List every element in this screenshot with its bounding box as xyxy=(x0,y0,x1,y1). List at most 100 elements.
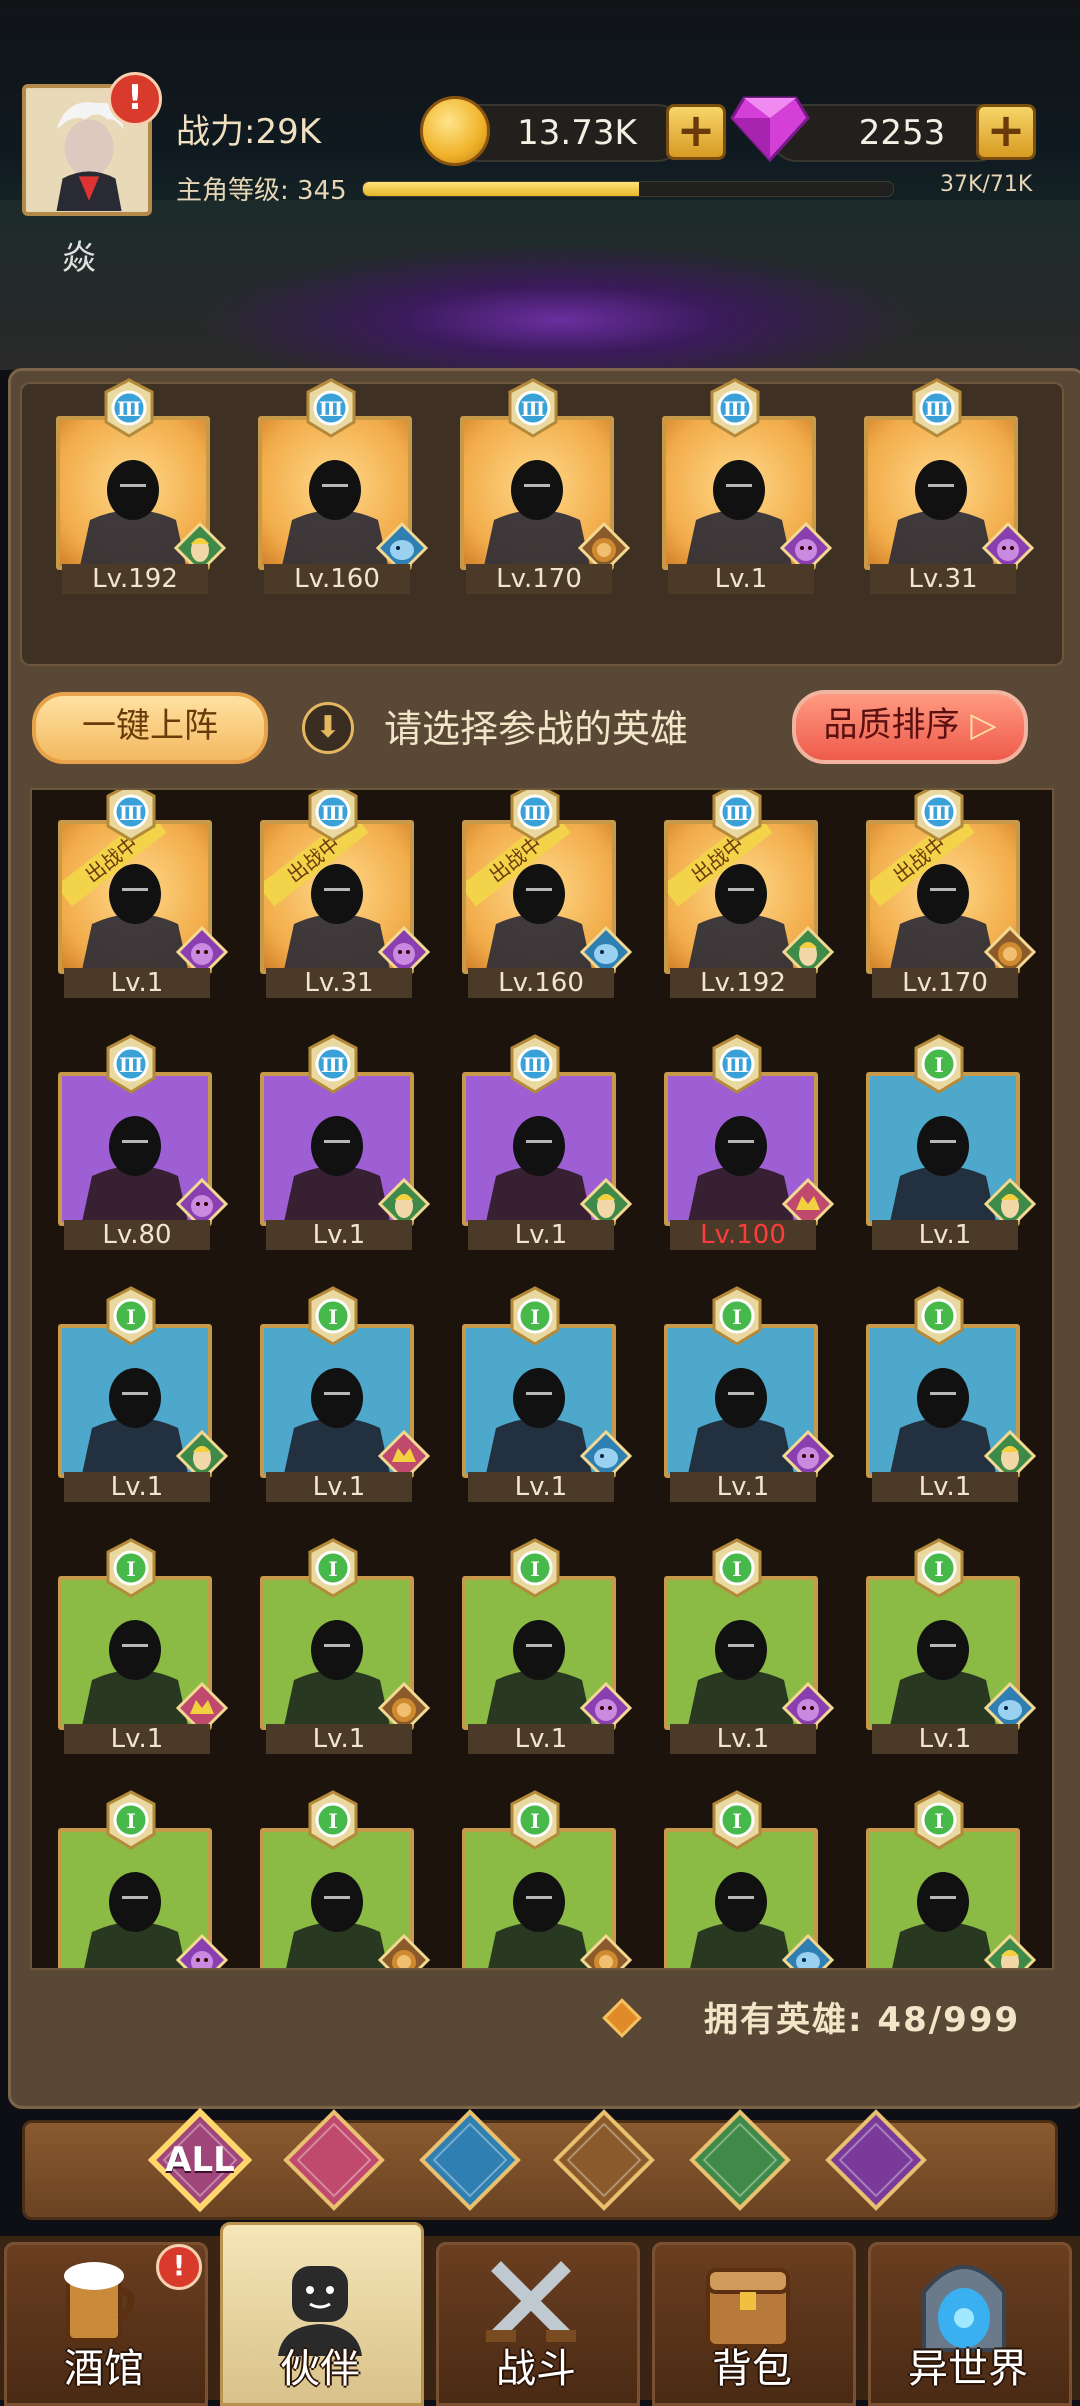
add-coins-button[interactable]: + xyxy=(666,104,726,160)
hero-card[interactable]: Ⅰ xyxy=(664,1790,835,1968)
rank-badge-icon: Ⅰ xyxy=(710,1790,764,1850)
hero-level: Lv.80 xyxy=(64,1220,210,1250)
hero-level: Lv.1 xyxy=(64,1724,210,1754)
rank-badge-icon: Ⅲ xyxy=(506,378,560,438)
svg-text:Ⅰ: Ⅰ xyxy=(732,1305,741,1329)
human-filter[interactable] xyxy=(282,2108,386,2212)
team-hero-card[interactable]: Ⅲ Lv.160 xyxy=(258,378,429,594)
add-gems-button[interactable]: + xyxy=(976,104,1036,160)
hero-card[interactable]: Ⅰ Lv.1 xyxy=(866,1286,1037,1502)
hero-card[interactable]: Ⅰ xyxy=(58,1790,229,1968)
rank-badge-icon: Ⅰ xyxy=(710,1286,764,1346)
elf-filter[interactable] xyxy=(688,2108,792,2212)
nav-tab-3[interactable]: 背包 xyxy=(648,2236,856,2406)
nav-tab-label: 酒馆 xyxy=(64,2346,144,2392)
rank-badge-icon: Ⅰ xyxy=(508,1538,562,1598)
nav-tab-2[interactable]: 战斗 xyxy=(432,2236,640,2406)
hero-card[interactable]: Ⅰ Lv.1 xyxy=(260,1286,431,1502)
svg-text:Ⅰ: Ⅰ xyxy=(328,1305,337,1329)
svg-text:Ⅲ: Ⅲ xyxy=(723,397,747,421)
hero-card[interactable]: Ⅰ xyxy=(462,1790,633,1968)
rank-badge-icon: Ⅲ xyxy=(104,790,158,842)
hero-card[interactable]: Ⅰ Lv.1 xyxy=(866,1034,1037,1250)
coin-icon xyxy=(420,96,490,166)
rank-badge-icon: Ⅰ xyxy=(508,1790,562,1850)
hero-card[interactable]: Ⅰ Lv.1 xyxy=(260,1538,431,1754)
hero-level: Lv.31 xyxy=(266,968,412,998)
hero-card[interactable]: Ⅲ Lv.1 xyxy=(260,1034,431,1250)
rank-badge-icon: Ⅲ xyxy=(910,378,964,438)
hero-card[interactable]: Ⅰ Lv.1 xyxy=(58,1286,229,1502)
lion-icon xyxy=(579,1933,633,1968)
sort-label: 品质排序 xyxy=(823,705,960,745)
rank-badge-icon: Ⅰ xyxy=(104,1538,158,1598)
all-filter-label: ALL xyxy=(165,2140,235,2180)
hero-level: Lv.1 xyxy=(668,564,814,594)
hero-card[interactable]: Ⅰ Lv.1 xyxy=(664,1286,835,1502)
nav-tab-1[interactable]: 伙伴 xyxy=(216,2222,424,2406)
rank-badge-icon: Ⅰ xyxy=(104,1790,158,1850)
rank-badge-icon: Ⅰ xyxy=(306,1286,360,1346)
hero-grid[interactable]: 出战中 Ⅲ Lv.1 出战中 Ⅲ Lv.31 出战中 Ⅲ Lv.160 出战中 … xyxy=(30,788,1054,1970)
owned-heroes-count: 拥有英雄: 48/999 xyxy=(704,2000,1021,2040)
lion-filter[interactable] xyxy=(552,2108,656,2212)
hero-card[interactable]: 出战中 Ⅲ Lv.31 xyxy=(260,790,431,998)
hero-level: Lv.1 xyxy=(872,1724,1018,1754)
svg-text:Ⅰ: Ⅰ xyxy=(328,1557,337,1581)
hero-card[interactable]: Ⅰ Lv.1 xyxy=(866,1538,1037,1754)
human-filter-icon xyxy=(283,2109,385,2211)
exp-text: 37K/71K xyxy=(940,172,1033,197)
svg-text:Ⅰ: Ⅰ xyxy=(934,1809,943,1833)
hero-level: Lv.100 xyxy=(670,1220,816,1250)
fish-filter-icon xyxy=(419,2109,521,2211)
nav-tab-0[interactable]: 酒馆! xyxy=(0,2236,208,2406)
rank-badge-icon: Ⅰ xyxy=(508,1286,562,1346)
gem-icon xyxy=(730,96,810,163)
hero-card[interactable]: Ⅲ Lv.100 xyxy=(664,1034,835,1250)
hero-card[interactable]: 出战中 Ⅲ Lv.170 xyxy=(866,790,1037,998)
hero-card[interactable]: Ⅰ xyxy=(260,1790,431,1968)
team-hero-card[interactable]: Ⅲ Lv.31 xyxy=(864,378,1035,594)
rank-badge-icon: Ⅲ xyxy=(304,378,358,438)
hero-card[interactable]: Ⅰ Lv.1 xyxy=(462,1538,633,1754)
hero-card[interactable]: Ⅰ Lv.1 xyxy=(664,1538,835,1754)
lion-filter-icon xyxy=(553,2109,655,2211)
team-hero-card[interactable]: Ⅲ Lv.192 xyxy=(56,378,227,594)
rank-badge-icon: Ⅲ xyxy=(104,1034,158,1094)
svg-text:Ⅲ: Ⅲ xyxy=(319,397,343,421)
rank-badge-icon: Ⅲ xyxy=(508,1034,562,1094)
elf-icon xyxy=(983,1933,1037,1968)
nav-tab-label: 背包 xyxy=(712,2346,792,2392)
hero-level: Lv.1 xyxy=(266,1472,412,1502)
lion-icon xyxy=(377,1933,431,1968)
avatar-alert-badge: ! xyxy=(108,72,162,126)
hero-level: Lv.160 xyxy=(468,968,614,998)
hero-card[interactable]: 出战中 Ⅲ Lv.160 xyxy=(462,790,633,998)
all-filter[interactable]: ALL xyxy=(147,2107,253,2213)
demon-icon xyxy=(175,1933,229,1968)
svg-text:Ⅲ: Ⅲ xyxy=(321,1053,345,1077)
exp-bar-fill xyxy=(363,182,639,196)
hero-card[interactable]: Ⅲ Lv.80 xyxy=(58,1034,229,1250)
demon-filter[interactable] xyxy=(824,2108,928,2212)
hero-card[interactable]: Ⅰ xyxy=(866,1790,1037,1968)
hero-card[interactable]: 出战中 Ⅲ Lv.192 xyxy=(664,790,835,998)
hero-card[interactable]: Ⅰ Lv.1 xyxy=(58,1538,229,1754)
quality-sort-button[interactable]: 品质排序 ▷ xyxy=(792,690,1028,764)
hero-level: Lv.31 xyxy=(870,564,1016,594)
nav-tab-4[interactable]: 异世界 xyxy=(864,2236,1072,2406)
fish-filter[interactable] xyxy=(418,2108,522,2212)
rank-badge-icon: Ⅰ xyxy=(710,1538,764,1598)
svg-text:Ⅲ: Ⅲ xyxy=(523,1053,547,1077)
nav-tab-label: 异世界 xyxy=(908,2346,1028,2392)
hero-level: Lv.1 xyxy=(266,1724,412,1754)
rank-badge-icon: Ⅲ xyxy=(508,790,562,842)
hero-card[interactable]: Ⅰ Lv.1 xyxy=(462,1286,633,1502)
auto-deploy-button[interactable]: 一键上阵 xyxy=(32,692,268,764)
team-hero-card[interactable]: Ⅲ Lv.170 xyxy=(460,378,631,594)
svg-text:Ⅲ: Ⅲ xyxy=(117,397,141,421)
hero-card[interactable]: Ⅲ Lv.1 xyxy=(462,1034,633,1250)
svg-text:Ⅰ: Ⅰ xyxy=(328,1809,337,1833)
team-hero-card[interactable]: Ⅲ Lv.1 xyxy=(662,378,833,594)
hero-card[interactable]: 出战中 Ⅲ Lv.1 xyxy=(58,790,229,998)
